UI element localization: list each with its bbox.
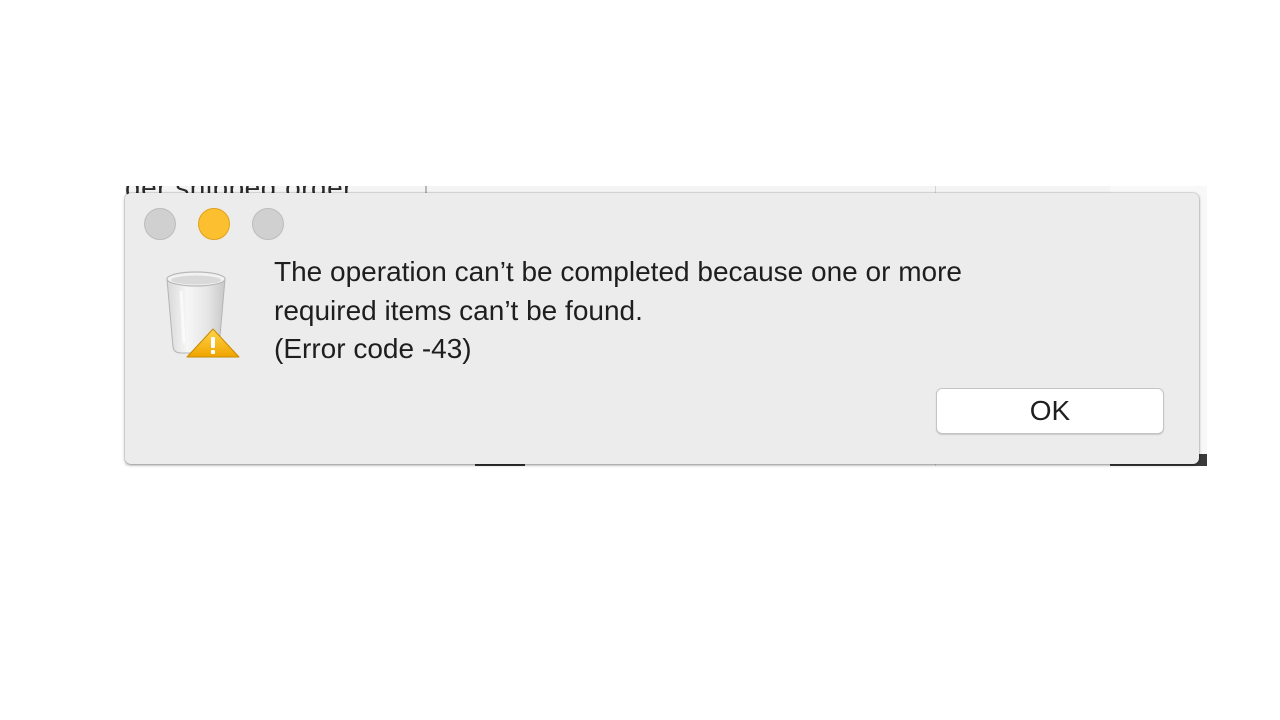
trash-with-warning-icon	[161, 269, 243, 361]
close-window-button[interactable]	[144, 208, 176, 240]
error-code: (Error code -43)	[274, 333, 472, 364]
screen: der shipped order e e e e a	[0, 0, 1280, 720]
error-dialog: The operation can’t be completed because…	[125, 193, 1199, 464]
error-message: The operation can’t be completed because…	[274, 253, 1134, 369]
zoom-window-button[interactable]	[252, 208, 284, 240]
error-message-line: required items can’t be found.	[274, 294, 643, 326]
minimize-window-button[interactable]	[198, 208, 230, 240]
ok-button[interactable]: OK	[936, 388, 1164, 434]
error-message-line: The operation can’t be completed because…	[274, 256, 962, 287]
